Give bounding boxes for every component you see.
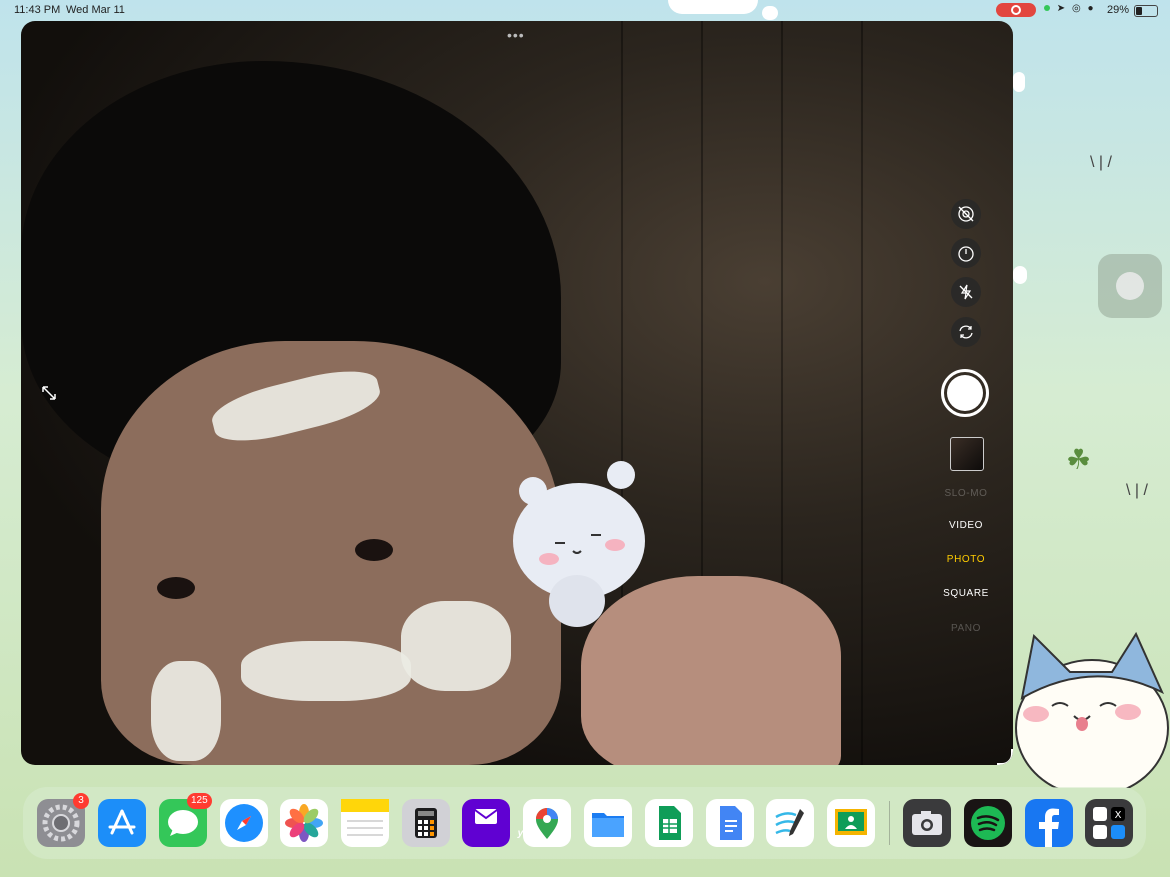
dock-divider xyxy=(889,801,890,845)
flash-off-icon[interactable] xyxy=(951,277,981,307)
settings-badge: 3 xyxy=(73,793,89,809)
safari-app-icon[interactable] xyxy=(220,799,268,847)
camera-app-icon[interactable] xyxy=(903,799,951,847)
face-cream xyxy=(151,661,221,761)
dock: 3 125 yahoo! xyxy=(23,787,1146,859)
face-cream xyxy=(241,641,411,701)
google-maps-app-icon[interactable] xyxy=(523,799,571,847)
messages-badge: 125 xyxy=(187,793,212,809)
assistive-touch-icon xyxy=(1116,272,1144,300)
viewfinder-eye xyxy=(157,577,195,599)
location-icon: ➤ xyxy=(1056,3,1068,14)
status-bar: 11:43 PM Wed Mar 11 ➤ ◎ ● 29% xyxy=(0,0,1170,20)
google-classroom-app-icon[interactable] xyxy=(827,799,875,847)
curtain-fold xyxy=(861,21,863,765)
battery-fill xyxy=(1136,7,1142,15)
wallpaper-cloud xyxy=(762,6,778,20)
toy-figure-icon xyxy=(513,461,645,627)
spotify-app-icon[interactable] xyxy=(964,799,1012,847)
app-store-icon[interactable] xyxy=(98,799,146,847)
camera-window[interactable]: ••• SLO-MO VIDEO PHOTO SQUARE PANO xyxy=(21,21,1013,765)
wallpaper-marks: \ | / xyxy=(1090,154,1112,171)
calculator-app-icon[interactable] xyxy=(402,799,450,847)
orientation-lock-icon: ◎ xyxy=(1071,3,1083,14)
window-resize-handle[interactable] xyxy=(997,749,1013,765)
wallpaper-cloud xyxy=(1013,266,1027,284)
clover-icon: ☘ xyxy=(1066,444,1092,475)
google-sheets-app-icon[interactable] xyxy=(645,799,693,847)
mode-slomo[interactable]: SLO-MO xyxy=(926,488,1006,499)
status-time: 11:43 PM xyxy=(14,4,61,16)
google-docs-app-icon[interactable] xyxy=(706,799,754,847)
mode-photo[interactable]: PHOTO xyxy=(926,554,1006,565)
timer-icon[interactable] xyxy=(951,238,981,268)
cat-character-icon xyxy=(1015,631,1169,788)
screen-recording-icon[interactable] xyxy=(996,3,1036,17)
live-photo-off-icon[interactable] xyxy=(951,199,981,229)
mode-square[interactable]: SQUARE xyxy=(926,588,1006,599)
assistive-touch-button[interactable] xyxy=(1098,254,1162,318)
photos-app-icon[interactable] xyxy=(280,799,328,847)
messages-app-icon[interactable]: 125 xyxy=(159,793,212,847)
wallpaper-cloud xyxy=(668,0,758,14)
viewfinder-eye xyxy=(355,539,393,561)
settings-app-icon[interactable]: 3 xyxy=(37,793,89,847)
person-icon: ● xyxy=(1087,3,1096,14)
freeform-app-icon[interactable] xyxy=(766,799,814,847)
last-photo-thumbnail[interactable] xyxy=(950,437,984,471)
mode-video[interactable]: VIDEO xyxy=(926,520,1006,531)
facebook-app-icon[interactable] xyxy=(1025,799,1073,847)
battery-percentage: 29% xyxy=(1107,4,1130,16)
mode-pano[interactable]: PANO xyxy=(926,623,1006,634)
camera-in-use-icon xyxy=(1044,5,1050,11)
battery-icon xyxy=(1134,5,1158,17)
svg-text:X: X xyxy=(1115,810,1122,821)
status-date: Wed Mar 11 xyxy=(66,4,125,16)
wallpaper-cloud xyxy=(1013,72,1025,92)
shutter-button[interactable] xyxy=(941,369,989,417)
wallpaper-marks: \ | / xyxy=(1126,482,1148,499)
notes-app-icon[interactable] xyxy=(341,799,389,847)
files-app-icon[interactable] xyxy=(584,799,632,847)
face-cream xyxy=(401,601,511,691)
app-library-icon[interactable]: X xyxy=(1085,799,1133,847)
shutter-inner xyxy=(947,375,983,411)
status-icons: ➤ ◎ ● xyxy=(1044,3,1096,14)
yahoo-mail-app-icon[interactable]: yahoo! xyxy=(462,799,550,847)
window-grabber-icon[interactable]: ••• xyxy=(507,27,525,43)
expand-icon[interactable] xyxy=(41,385,57,401)
flip-camera-icon[interactable] xyxy=(951,317,981,347)
